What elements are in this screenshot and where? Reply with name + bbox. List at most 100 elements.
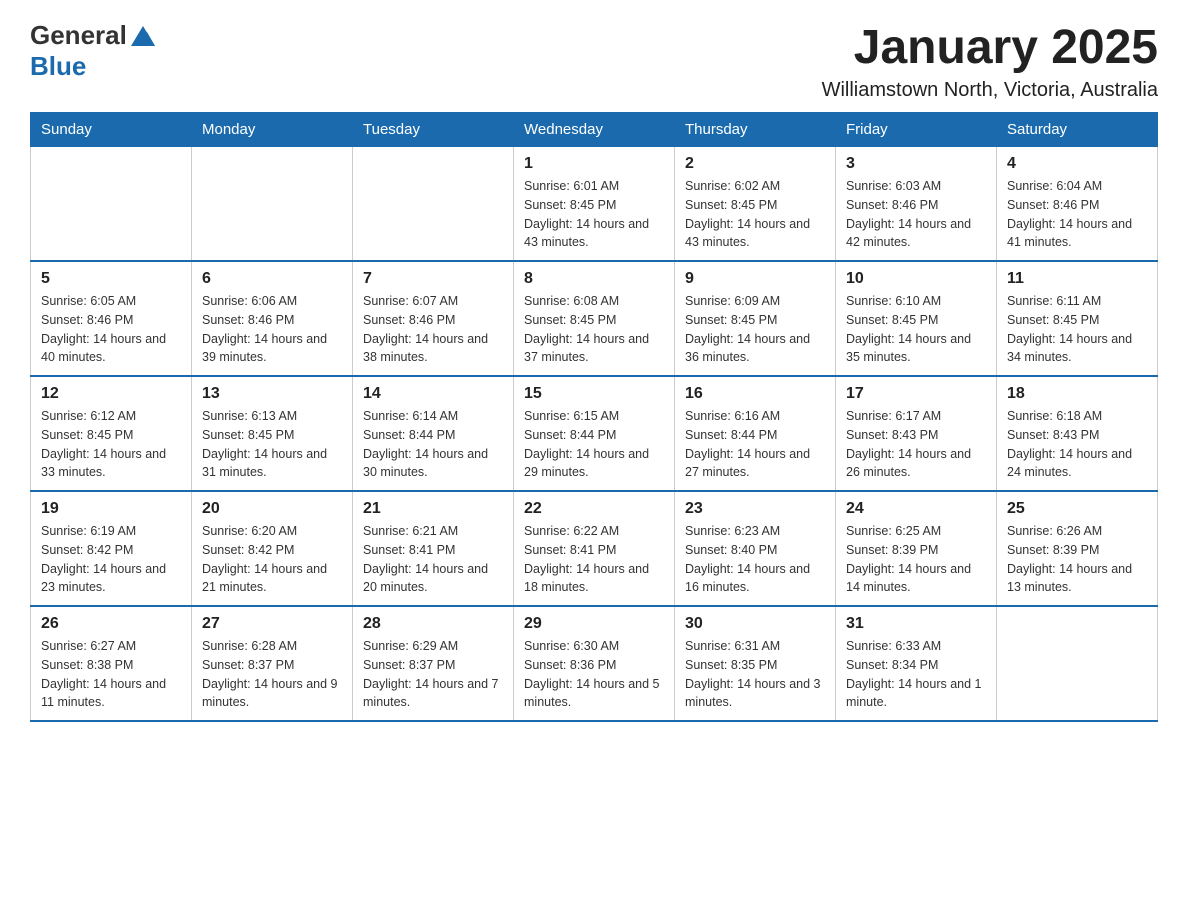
calendar-cell: 29 Sunrise: 6:30 AM Sunset: 8:36 PM Dayli… xyxy=(514,606,675,721)
day-number: 26 xyxy=(41,615,181,633)
day-header-monday: Monday xyxy=(192,113,353,147)
day-header-saturday: Saturday xyxy=(997,113,1158,147)
calendar-cell: 15Sunrise: 6:15 AM Sunset: 8:44 PM Dayli… xyxy=(514,376,675,491)
week-row-2: 5 Sunrise: 6:05 AM Sunset: 8:46 PM Daylig… xyxy=(31,261,1158,376)
day-info: Sunrise: 6:05 AM Sunset: 8:46 PM Dayligh… xyxy=(41,292,181,367)
calendar-cell: 1Sunrise: 6:01 AM Sunset: 8:45 PM Daylig… xyxy=(514,147,675,262)
day-info: Sunrise: 6:07 AM Sunset: 8:46 PM Dayligh… xyxy=(363,292,503,367)
day-info: Sunrise: 6:26 AM Sunset: 8:39 PM Dayligh… xyxy=(1007,522,1147,597)
day-info: Sunrise: 6:16 AM Sunset: 8:44 PM Dayligh… xyxy=(685,407,825,482)
day-number: 21 xyxy=(363,500,503,518)
day-number: 30 xyxy=(685,615,825,633)
day-number: 28 xyxy=(363,615,503,633)
calendar-cell: 22Sunrise: 6:22 AM Sunset: 8:41 PM Dayli… xyxy=(514,491,675,606)
day-number: 10 xyxy=(846,270,986,288)
day-number: 14 xyxy=(363,385,503,403)
calendar-cell: 20Sunrise: 6:20 AM Sunset: 8:42 PM Dayli… xyxy=(192,491,353,606)
day-number: 3 xyxy=(846,155,986,173)
day-info: Sunrise: 6:04 AM Sunset: 8:46 PM Dayligh… xyxy=(1007,177,1147,252)
day-header-thursday: Thursday xyxy=(675,113,836,147)
day-info: Sunrise: 6:18 AM Sunset: 8:43 PM Dayligh… xyxy=(1007,407,1147,482)
day-info: Sunrise: 6:06 AM Sunset: 8:46 PM Dayligh… xyxy=(202,292,342,367)
calendar-cell: 17 Sunrise: 6:17 AM Sunset: 8:43 PM Dayli… xyxy=(836,376,997,491)
day-number: 31 xyxy=(846,615,986,633)
logo-general-text: General xyxy=(30,20,127,51)
calendar-cell xyxy=(192,147,353,262)
day-info: Sunrise: 6:03 AM Sunset: 8:46 PM Dayligh… xyxy=(846,177,986,252)
day-info: Sunrise: 6:01 AM Sunset: 8:45 PM Dayligh… xyxy=(524,177,664,252)
calendar-cell: 2Sunrise: 6:02 AM Sunset: 8:45 PM Daylig… xyxy=(675,147,836,262)
calendar-cell: 31 Sunrise: 6:33 AM Sunset: 8:34 PM Dayli… xyxy=(836,606,997,721)
day-header-wednesday: Wednesday xyxy=(514,113,675,147)
day-info: Sunrise: 6:30 AM Sunset: 8:36 PM Dayligh… xyxy=(524,637,664,712)
calendar-cell: 24 Sunrise: 6:25 AM Sunset: 8:39 PM Dayli… xyxy=(836,491,997,606)
day-info: Sunrise: 6:29 AM Sunset: 8:37 PM Dayligh… xyxy=(363,637,503,712)
calendar-cell: 25Sunrise: 6:26 AM Sunset: 8:39 PM Dayli… xyxy=(997,491,1158,606)
calendar-cell: 19 Sunrise: 6:19 AM Sunset: 8:42 PM Dayli… xyxy=(31,491,192,606)
calendar-cell: 13 Sunrise: 6:13 AM Sunset: 8:45 PM Dayli… xyxy=(192,376,353,491)
logo: General Blue xyxy=(30,20,157,82)
day-number: 5 xyxy=(41,270,181,288)
day-info: Sunrise: 6:14 AM Sunset: 8:44 PM Dayligh… xyxy=(363,407,503,482)
day-info: Sunrise: 6:31 AM Sunset: 8:35 PM Dayligh… xyxy=(685,637,825,712)
calendar-cell: 11 Sunrise: 6:11 AM Sunset: 8:45 PM Dayli… xyxy=(997,261,1158,376)
day-number: 27 xyxy=(202,615,342,633)
calendar-cell: 5 Sunrise: 6:05 AM Sunset: 8:46 PM Daylig… xyxy=(31,261,192,376)
day-info: Sunrise: 6:17 AM Sunset: 8:43 PM Dayligh… xyxy=(846,407,986,482)
day-number: 20 xyxy=(202,500,342,518)
calendar-body: 1Sunrise: 6:01 AM Sunset: 8:45 PM Daylig… xyxy=(31,147,1158,722)
calendar-cell: 18Sunrise: 6:18 AM Sunset: 8:43 PM Dayli… xyxy=(997,376,1158,491)
calendar-cell xyxy=(31,147,192,262)
day-info: Sunrise: 6:12 AM Sunset: 8:45 PM Dayligh… xyxy=(41,407,181,482)
day-number: 16 xyxy=(685,385,825,403)
calendar-cell: 30 Sunrise: 6:31 AM Sunset: 8:35 PM Dayli… xyxy=(675,606,836,721)
day-info: Sunrise: 6:28 AM Sunset: 8:37 PM Dayligh… xyxy=(202,637,342,712)
week-row-4: 19 Sunrise: 6:19 AM Sunset: 8:42 PM Dayli… xyxy=(31,491,1158,606)
day-info: Sunrise: 6:09 AM Sunset: 8:45 PM Dayligh… xyxy=(685,292,825,367)
day-info: Sunrise: 6:25 AM Sunset: 8:39 PM Dayligh… xyxy=(846,522,986,597)
calendar-cell: 23 Sunrise: 6:23 AM Sunset: 8:40 PM Dayli… xyxy=(675,491,836,606)
week-row-5: 26Sunrise: 6:27 AM Sunset: 8:38 PM Dayli… xyxy=(31,606,1158,721)
calendar-cell: 3 Sunrise: 6:03 AM Sunset: 8:46 PM Daylig… xyxy=(836,147,997,262)
day-info: Sunrise: 6:11 AM Sunset: 8:45 PM Dayligh… xyxy=(1007,292,1147,367)
calendar-cell: 16 Sunrise: 6:16 AM Sunset: 8:44 PM Dayli… xyxy=(675,376,836,491)
day-info: Sunrise: 6:15 AM Sunset: 8:44 PM Dayligh… xyxy=(524,407,664,482)
calendar-cell: 7 Sunrise: 6:07 AM Sunset: 8:46 PM Daylig… xyxy=(353,261,514,376)
week-row-1: 1Sunrise: 6:01 AM Sunset: 8:45 PM Daylig… xyxy=(31,147,1158,262)
day-number: 11 xyxy=(1007,270,1147,288)
day-number: 7 xyxy=(363,270,503,288)
day-info: Sunrise: 6:33 AM Sunset: 8:34 PM Dayligh… xyxy=(846,637,986,712)
day-number: 9 xyxy=(685,270,825,288)
title-block: January 2025 Williamstown North, Victori… xyxy=(822,20,1158,102)
calendar-cell: 6Sunrise: 6:06 AM Sunset: 8:46 PM Daylig… xyxy=(192,261,353,376)
day-header-sunday: Sunday xyxy=(31,113,192,147)
calendar-cell: 8Sunrise: 6:08 AM Sunset: 8:45 PM Daylig… xyxy=(514,261,675,376)
calendar-title: January 2025 xyxy=(822,20,1158,75)
calendar-cell: 14 Sunrise: 6:14 AM Sunset: 8:44 PM Dayli… xyxy=(353,376,514,491)
day-number: 17 xyxy=(846,385,986,403)
day-info: Sunrise: 6:02 AM Sunset: 8:45 PM Dayligh… xyxy=(685,177,825,252)
calendar-cell: 9 Sunrise: 6:09 AM Sunset: 8:45 PM Daylig… xyxy=(675,261,836,376)
day-header-friday: Friday xyxy=(836,113,997,147)
day-info: Sunrise: 6:23 AM Sunset: 8:40 PM Dayligh… xyxy=(685,522,825,597)
day-number: 22 xyxy=(524,500,664,518)
day-info: Sunrise: 6:19 AM Sunset: 8:42 PM Dayligh… xyxy=(41,522,181,597)
day-number: 13 xyxy=(202,385,342,403)
calendar-cell xyxy=(997,606,1158,721)
logo-blue-text: Blue xyxy=(30,51,86,82)
day-number: 4 xyxy=(1007,155,1147,173)
day-number: 24 xyxy=(846,500,986,518)
calendar-header: SundayMondayTuesdayWednesdayThursdayFrid… xyxy=(31,113,1158,147)
day-info: Sunrise: 6:21 AM Sunset: 8:41 PM Dayligh… xyxy=(363,522,503,597)
page-header: General Blue January 2025 Williamstown N… xyxy=(30,20,1158,102)
day-number: 19 xyxy=(41,500,181,518)
week-row-3: 12Sunrise: 6:12 AM Sunset: 8:45 PM Dayli… xyxy=(31,376,1158,491)
calendar-cell: 28 Sunrise: 6:29 AM Sunset: 8:37 PM Dayli… xyxy=(353,606,514,721)
logo-icon xyxy=(129,22,157,50)
day-info: Sunrise: 6:10 AM Sunset: 8:45 PM Dayligh… xyxy=(846,292,986,367)
day-info: Sunrise: 6:13 AM Sunset: 8:45 PM Dayligh… xyxy=(202,407,342,482)
calendar-table: SundayMondayTuesdayWednesdayThursdayFrid… xyxy=(30,112,1158,722)
day-number: 23 xyxy=(685,500,825,518)
day-number: 8 xyxy=(524,270,664,288)
day-number: 29 xyxy=(524,615,664,633)
